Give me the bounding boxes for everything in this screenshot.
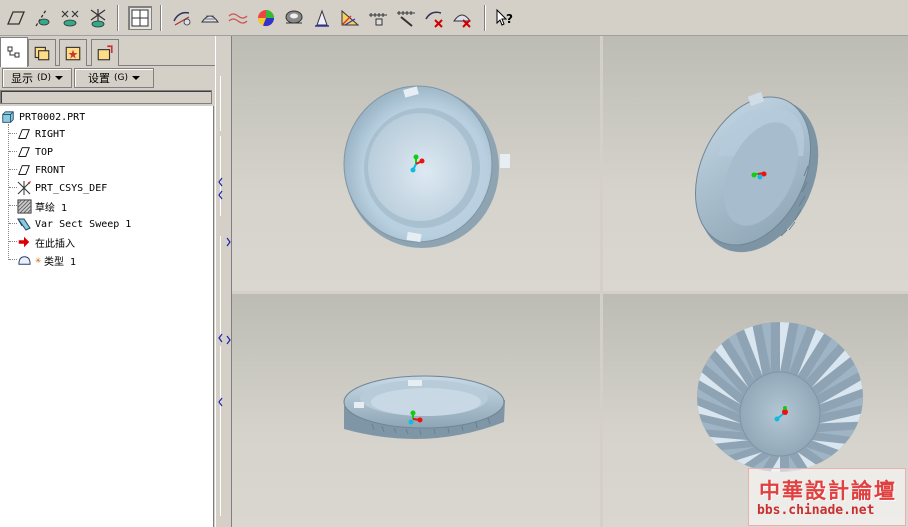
layout-icon[interactable] — [128, 6, 152, 30]
display-menu-label: 显示 — [11, 72, 34, 85]
toolbar-separator — [117, 5, 119, 31]
tree-item-label: 草绘 1 — [35, 202, 68, 214]
datum-point-icon[interactable] — [58, 6, 82, 30]
tree-filter-bar[interactable] — [0, 90, 212, 104]
toolbar-separator — [160, 5, 162, 31]
viewport-top-right[interactable] — [603, 36, 908, 291]
tree-item-label: FRONT — [35, 164, 66, 176]
tree-item-top[interactable]: TOP — [16, 143, 53, 161]
sketch-icon — [16, 198, 32, 214]
left-panel: 显示 (D) 设置 (G) PRT0002.PRT RIGHT TOP FRON… — [0, 36, 215, 527]
tree-item-label: 在此插入 — [35, 238, 75, 250]
curve-icon[interactable] — [394, 6, 418, 30]
favorites-tab[interactable] — [59, 39, 87, 66]
surface-icon[interactable] — [198, 6, 222, 30]
tree-item-front[interactable]: FRONT — [16, 161, 65, 179]
splitter-grip — [218, 76, 223, 516]
panel-splitter[interactable] — [215, 36, 232, 527]
svg-text:?: ? — [506, 12, 513, 26]
watermark-url: bbs.chinade.net — [757, 503, 875, 518]
draft-icon[interactable] — [310, 6, 334, 30]
tree-item-label: RIGHT — [35, 128, 66, 140]
tree-item-sweep[interactable]: Var Sect Sweep 1 — [16, 215, 131, 233]
chevron-down-icon — [54, 76, 63, 80]
ashtray-model-side-view — [343, 375, 505, 439]
main-toolbar: ? — [0, 0, 908, 36]
datum-plane-icon[interactable] — [4, 6, 28, 30]
analysis-icon[interactable] — [338, 6, 362, 30]
shade-icon[interactable] — [282, 6, 306, 30]
delete-surface-icon[interactable] — [450, 6, 474, 30]
sweep-icon — [16, 216, 32, 232]
insert-arrow-icon — [16, 234, 32, 250]
tree-item-label: PRT0002.PRT — [19, 111, 86, 123]
model-tree-tab[interactable] — [0, 37, 28, 67]
connections-tab[interactable] — [91, 39, 119, 66]
tree-item-label: TOP — [35, 146, 54, 158]
model-tree: PRT0002.PRT RIGHT TOP FRONT PRT_CSYS_DEF… — [0, 106, 214, 527]
datum-plane-icon — [16, 126, 32, 142]
tree-item-label: Var Sect Sweep 1 — [35, 218, 132, 230]
tree-item-part[interactable]: PRT0002.PRT — [0, 108, 85, 126]
datum-plane-icon — [16, 144, 32, 160]
type-icon — [16, 252, 32, 268]
watermark-title: 中華設計論壇 — [759, 478, 897, 503]
part-icon — [0, 109, 16, 125]
settings-menu-label: 设置 — [88, 72, 110, 85]
delete-curve-icon[interactable] — [422, 6, 446, 30]
tree-item-label: PRT_CSYS_DEF — [35, 182, 108, 194]
ashtray-model-tilted-view — [694, 91, 819, 253]
folder-tab[interactable] — [28, 39, 56, 66]
wave-icon[interactable] — [226, 6, 250, 30]
type-asterisk-icon: ✳ — [35, 254, 42, 266]
color-icon[interactable] — [254, 6, 278, 30]
coord-sys-icon[interactable] — [86, 6, 110, 30]
navigator-tabs — [0, 36, 215, 67]
display-menu-button[interactable]: 显示 (D) — [2, 68, 72, 88]
ashtray-model-front-view — [343, 85, 510, 248]
sketch-icon[interactable] — [170, 6, 194, 30]
toolbar-separator — [484, 5, 486, 31]
measure-icon[interactable] — [366, 6, 390, 30]
tree-item-label: 类型 1 — [44, 256, 77, 268]
tree-item-sketch[interactable]: 草绘 1 — [16, 197, 67, 215]
settings-menu-key: (G) — [114, 73, 128, 83]
datum-axis-icon[interactable] — [30, 6, 54, 30]
tree-connector — [8, 124, 9, 260]
tree-item-type[interactable]: ✳ 类型 1 — [16, 251, 76, 269]
viewport-top-left[interactable] — [232, 36, 600, 291]
csys-icon — [16, 180, 32, 196]
viewport-bottom-left[interactable] — [232, 294, 600, 527]
datum-plane-icon — [16, 162, 32, 178]
forum-watermark: 中華設計論壇 bbs.chinade.net — [748, 468, 906, 526]
settings-menu-button[interactable]: 设置 (G) — [74, 68, 154, 88]
tree-item-right[interactable]: RIGHT — [16, 125, 65, 143]
context-help-icon[interactable]: ? — [492, 6, 516, 30]
tree-item-csys[interactable]: PRT_CSYS_DEF — [16, 179, 107, 197]
display-menu-key: (D) — [37, 73, 51, 83]
tree-item-insert-here[interactable]: 在此插入 — [16, 233, 75, 251]
chevron-down-icon — [132, 76, 140, 80]
